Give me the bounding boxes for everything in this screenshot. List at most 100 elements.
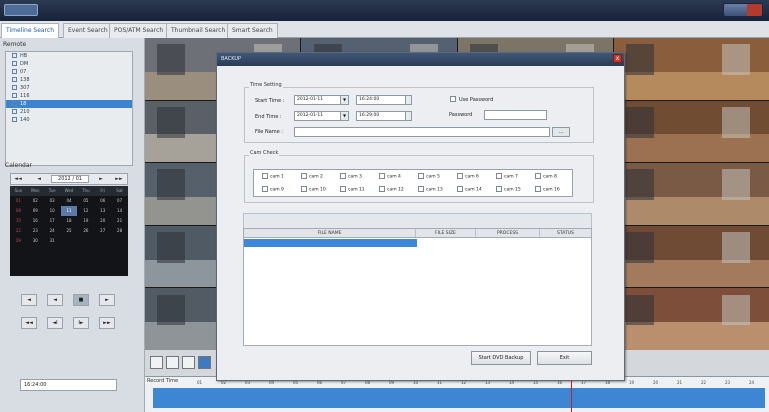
next-frame-button[interactable]: I► bbox=[73, 317, 89, 329]
cam-check-item[interactable]: cam 13 bbox=[418, 186, 443, 194]
end-time-spinner[interactable] bbox=[405, 112, 411, 120]
checkbox-icon[interactable] bbox=[12, 93, 17, 98]
calendar-grid[interactable]: Sun Mon Tue Wed Thu Fri Sat 01 02 03 04 05 06 07 08 09 1… bbox=[10, 186, 129, 276]
cam-check-item[interactable]: cam 11 bbox=[340, 186, 365, 194]
table-row[interactable] bbox=[244, 239, 417, 247]
column-file-size[interactable]: FILE SIZE bbox=[416, 229, 476, 237]
remote-item[interactable]: 138 bbox=[6, 76, 132, 84]
window-close-icon[interactable] bbox=[747, 4, 762, 16]
cam-check-item[interactable]: cam 3 bbox=[340, 173, 362, 181]
calendar-month-field[interactable]: 2012 / 01 bbox=[51, 175, 89, 183]
column-file-name[interactable]: FILE NAME bbox=[244, 229, 416, 237]
calendar-day[interactable]: 05 bbox=[77, 196, 94, 206]
dialog-close-button[interactable]: x bbox=[613, 54, 622, 63]
cam-check-item[interactable]: cam 14 bbox=[457, 186, 482, 194]
timeline-position-marker[interactable] bbox=[571, 381, 572, 412]
calendar-day[interactable]: 25 bbox=[61, 226, 78, 236]
calendar-day[interactable]: 31 bbox=[44, 236, 61, 246]
tab-event-search[interactable]: Event Search bbox=[63, 23, 113, 38]
cam-check-item[interactable]: cam 10 bbox=[301, 186, 326, 194]
play-button[interactable]: ► bbox=[99, 294, 115, 306]
checkbox-icon[interactable] bbox=[12, 101, 17, 106]
calendar-day[interactable]: 02 bbox=[27, 196, 44, 206]
calendar-day[interactable]: 20 bbox=[94, 216, 111, 226]
cam-check-item[interactable]: cam 1 bbox=[262, 173, 284, 181]
camera-tile[interactable] bbox=[613, 288, 769, 350]
calendar-day[interactable]: 08 bbox=[10, 206, 27, 216]
cam-checkbox[interactable] bbox=[496, 173, 502, 179]
exit-button[interactable]: Exit bbox=[537, 351, 592, 365]
start-time-spinner[interactable] bbox=[405, 96, 411, 104]
calendar-day[interactable]: 19 bbox=[77, 216, 94, 226]
checkbox-icon[interactable] bbox=[12, 53, 17, 58]
previous-frame-button[interactable]: ◄I bbox=[47, 317, 63, 329]
camera-tile[interactable] bbox=[613, 163, 769, 225]
calendar-day[interactable]: 04 bbox=[61, 196, 78, 206]
checkbox-icon[interactable] bbox=[12, 117, 17, 122]
use-password-checkbox[interactable] bbox=[450, 96, 456, 102]
camera-tile[interactable] bbox=[613, 38, 769, 100]
column-status[interactable]: STATUS bbox=[540, 229, 591, 237]
calendar-day[interactable]: 17 bbox=[44, 216, 61, 226]
layout-1x1-button[interactable] bbox=[150, 356, 163, 369]
end-time-field[interactable]: 16:29:00 bbox=[356, 111, 412, 121]
cam-check-item[interactable]: cam 4 bbox=[379, 173, 401, 181]
cam-checkbox[interactable] bbox=[457, 173, 463, 179]
calendar-day[interactable]: 27 bbox=[94, 226, 111, 236]
checkbox-icon[interactable] bbox=[12, 69, 17, 74]
cam-checkbox[interactable] bbox=[457, 186, 463, 192]
cam-check-item[interactable]: cam 8 bbox=[535, 173, 557, 181]
remote-item[interactable]: 18 bbox=[6, 100, 132, 108]
checkbox-icon[interactable] bbox=[12, 77, 17, 82]
cam-checkbox[interactable] bbox=[301, 173, 307, 179]
checkbox-icon[interactable] bbox=[12, 109, 17, 114]
chevron-down-icon[interactable]: ▼ bbox=[340, 112, 348, 120]
start-dvd-backup-button[interactable]: Start DVD Backup bbox=[471, 351, 531, 365]
stop-button[interactable]: ■ bbox=[73, 294, 89, 306]
tab-pos-atm-search[interactable]: POS/ATM Search bbox=[109, 23, 169, 38]
cam-check-item[interactable]: cam 9 bbox=[262, 186, 284, 194]
column-process[interactable]: PROCESS bbox=[476, 229, 540, 237]
calendar-day[interactable]: 12 bbox=[77, 206, 94, 216]
fast-forward-button[interactable]: ►► bbox=[99, 317, 115, 329]
playback-time-field[interactable]: 16:24:00 bbox=[20, 379, 117, 391]
tab-smart-search[interactable]: Smart Search bbox=[227, 23, 278, 38]
remote-item[interactable]: 307 bbox=[6, 84, 132, 92]
chevron-down-icon[interactable]: ▼ bbox=[340, 96, 348, 104]
calendar-day[interactable]: 09 bbox=[27, 206, 44, 216]
cam-check-item[interactable]: cam 5 bbox=[418, 173, 440, 181]
calendar-day[interactable]: 06 bbox=[94, 196, 111, 206]
calendar-day[interactable]: 22 bbox=[10, 226, 27, 236]
calendar-next-year-button[interactable]: ►► bbox=[115, 176, 123, 183]
timeline-record-bar[interactable] bbox=[153, 388, 765, 408]
remote-item[interactable]: 07 bbox=[6, 68, 132, 76]
calendar-prev-month-button[interactable]: ◄ bbox=[35, 176, 43, 183]
tab-thumbnail-search[interactable]: Thumbnail Search bbox=[166, 23, 231, 38]
start-date-field[interactable]: 2012-01-11 ▼ bbox=[294, 95, 349, 105]
cam-check-item[interactable]: cam 15 bbox=[496, 186, 521, 194]
fast-rewind-button[interactable]: ◄◄ bbox=[21, 317, 37, 329]
calendar-day[interactable]: 01 bbox=[10, 196, 27, 206]
calendar-day[interactable]: 28 bbox=[111, 226, 128, 236]
password-field[interactable] bbox=[484, 110, 547, 120]
camera-tile[interactable] bbox=[613, 225, 769, 288]
play-reverse-step-button[interactable]: ◄ bbox=[21, 294, 37, 306]
tab-timeline-search[interactable]: Timeline Search bbox=[1, 23, 60, 38]
cam-checkbox[interactable] bbox=[340, 186, 346, 192]
cam-checkbox[interactable] bbox=[418, 173, 424, 179]
calendar-day[interactable]: 23 bbox=[27, 226, 44, 236]
calendar-day[interactable]: 21 bbox=[111, 216, 128, 226]
calendar-day[interactable]: 18 bbox=[61, 216, 78, 226]
calendar-day[interactable]: 07 bbox=[111, 196, 128, 206]
window-controls[interactable] bbox=[723, 3, 763, 17]
layout-2x2-button[interactable] bbox=[166, 356, 179, 369]
calendar-day[interactable]: 03 bbox=[44, 196, 61, 206]
calendar-day[interactable]: 10 bbox=[44, 206, 61, 216]
cam-check-item[interactable]: cam 16 bbox=[535, 186, 560, 194]
play-reverse-button[interactable]: ◄ bbox=[47, 294, 63, 306]
remote-item[interactable]: 210 bbox=[6, 108, 132, 116]
calendar-day[interactable]: 15 bbox=[10, 216, 27, 226]
remote-item[interactable]: 140 bbox=[6, 116, 132, 124]
cam-checkbox[interactable] bbox=[379, 186, 385, 192]
calendar-prev-year-button[interactable]: ◄◄ bbox=[14, 176, 22, 183]
